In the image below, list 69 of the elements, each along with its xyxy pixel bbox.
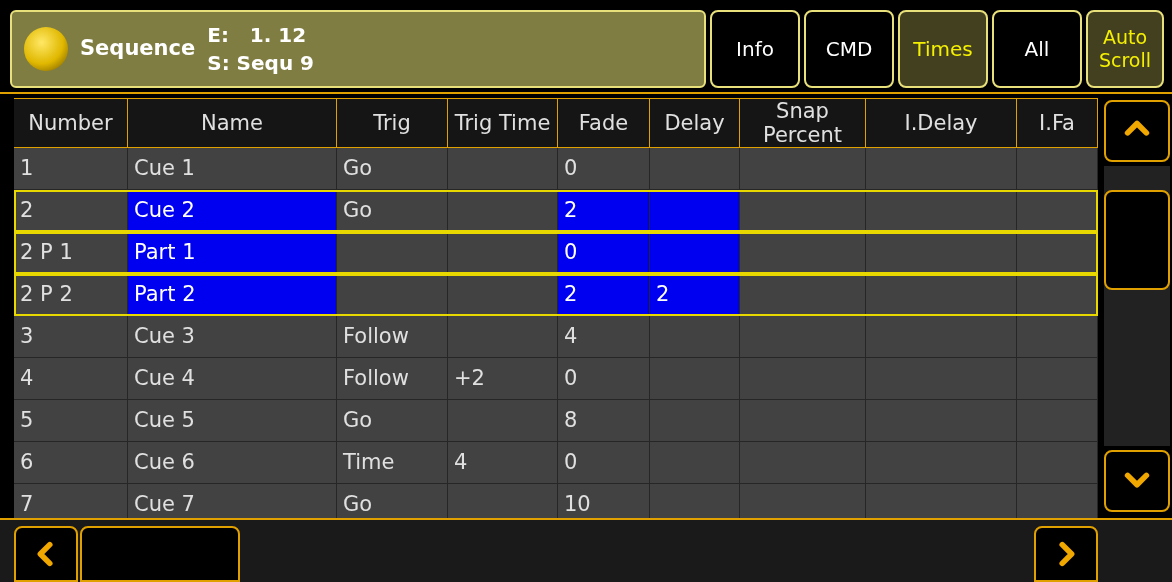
column-header[interactable]: I.Fa — [1017, 99, 1098, 147]
table-cell: 2 P 1 — [14, 232, 128, 274]
scroll-right-button[interactable] — [1034, 526, 1098, 582]
cue-row[interactable]: 2 P 1 Part 1 0 — [14, 232, 1098, 274]
scrollbar-thumb[interactable] — [1104, 190, 1170, 290]
view-button[interactable]: CMD — [804, 10, 894, 88]
cue-row[interactable]: 5 Cue 5 Go 8 — [14, 400, 1098, 442]
column-header[interactable]: Delay — [650, 99, 740, 147]
table-cell: Cue 6 — [128, 442, 337, 484]
scroll-up-button[interactable] — [1104, 100, 1170, 162]
column-header[interactable]: Trig Time — [448, 99, 558, 147]
table-cell: 0 — [558, 358, 650, 400]
column-header[interactable]: Name — [128, 99, 337, 147]
table-cell: Cue 7 — [128, 484, 337, 518]
cue-row[interactable]: 4 Cue 4 Follow +2 0 — [14, 358, 1098, 400]
table-cell: 1 — [14, 148, 128, 190]
table-cell: Go — [337, 148, 448, 190]
table-cell: 4 — [448, 442, 558, 484]
table-cell: Part 2 — [128, 274, 337, 316]
column-header[interactable]: Number — [14, 99, 128, 147]
column-header[interactable]: Trig — [337, 99, 448, 147]
table-cell: Cue 4 — [128, 358, 337, 400]
table-cell: 7 — [14, 484, 128, 518]
table-cell: Go — [337, 400, 448, 442]
table-cell: 2 — [558, 274, 650, 316]
table-cell: 4 — [558, 316, 650, 358]
cue-row[interactable]: 1 Cue 1 Go 0 — [14, 148, 1098, 190]
table-cell: Part 1 — [128, 232, 337, 274]
scroll-left-button[interactable] — [14, 526, 78, 582]
cue-row[interactable]: 2 P 2 Part 2 2 2 — [14, 274, 1098, 316]
table-cell: Go — [337, 484, 448, 518]
table-cell: 6 — [14, 442, 128, 484]
table-cell: Cue 5 — [128, 400, 337, 442]
cue-row[interactable]: 2 Cue 2 Go 2 — [14, 190, 1098, 232]
table-cell: Time — [337, 442, 448, 484]
table-cell: 0 — [558, 148, 650, 190]
table-cell: Cue 1 — [128, 148, 337, 190]
table-cell: 2 P 2 — [14, 274, 128, 316]
table-cell: Cue 2 — [128, 190, 337, 232]
table-cell: Follow — [337, 316, 448, 358]
table-cell: 2 — [14, 190, 128, 232]
table-cell: 10 — [558, 484, 650, 518]
cue-row[interactable]: 3 Cue 3 Follow 4 — [14, 316, 1098, 358]
table-cell: 2 — [558, 190, 650, 232]
table-cell: 0 — [558, 232, 650, 274]
sequence-title: Sequence — [80, 35, 196, 63]
table-cell: 2 — [650, 274, 740, 316]
view-button[interactable]: All — [992, 10, 1082, 88]
table-cell: 3 — [14, 316, 128, 358]
table-cell: +2 — [448, 358, 558, 400]
table-cell: 8 — [558, 400, 650, 442]
scroll-down-button[interactable] — [1104, 450, 1170, 512]
table-cell: 0 — [558, 442, 650, 484]
sequence-label: S: Sequ 9 — [207, 50, 314, 77]
view-button[interactable]: Times — [898, 10, 988, 88]
executor-label: E: 1. 12 — [207, 22, 308, 49]
cue-row[interactable]: 6 Cue 6 Time 4 0 — [14, 442, 1098, 484]
table-cell: Follow — [337, 358, 448, 400]
column-header[interactable]: Snap Percent — [740, 99, 866, 147]
table-cell: Cue 3 — [128, 316, 337, 358]
table-cell: 4 — [14, 358, 128, 400]
column-header[interactable]: Fade — [558, 99, 650, 147]
view-button[interactable]: Auto Scroll — [1086, 10, 1164, 88]
column-header[interactable]: I.Delay — [866, 99, 1017, 147]
cue-row[interactable]: 7 Cue 7 Go 10 — [14, 484, 1098, 518]
view-button[interactable]: Info — [710, 10, 800, 88]
table-cell: 5 — [14, 400, 128, 442]
table-cell: Go — [337, 190, 448, 232]
horizontal-scrollbar-thumb[interactable] — [80, 526, 240, 582]
